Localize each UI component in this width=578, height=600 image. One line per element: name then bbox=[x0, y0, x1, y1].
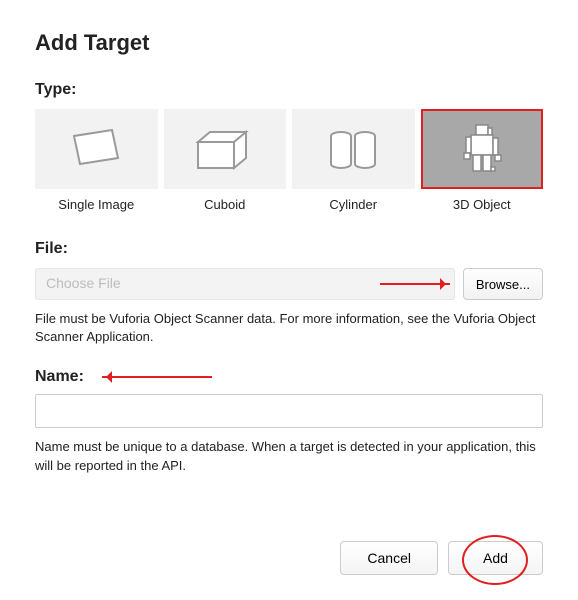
single-image-icon bbox=[35, 109, 158, 189]
file-input-display[interactable]: Choose File bbox=[35, 268, 455, 300]
tile-label: 3D Object bbox=[421, 197, 544, 212]
button-row: Cancel Add bbox=[340, 541, 543, 575]
type-tile-single-image[interactable]: Single Image bbox=[35, 109, 158, 212]
file-row: Choose File Browse... bbox=[35, 268, 543, 300]
type-tile-cuboid[interactable]: Cuboid bbox=[164, 109, 287, 212]
page-title: Add Target bbox=[35, 30, 543, 56]
type-tile-cylinder[interactable]: Cylinder bbox=[292, 109, 415, 212]
tile-label: Cylinder bbox=[292, 197, 415, 212]
tile-label: Cuboid bbox=[164, 197, 287, 212]
annotation-arrow-icon bbox=[102, 376, 212, 378]
file-helper-text: File must be Vuforia Object Scanner data… bbox=[35, 310, 543, 346]
browse-button[interactable]: Browse... bbox=[463, 268, 543, 300]
name-label: Name: bbox=[35, 368, 84, 386]
type-tile-3d-object[interactable]: 3D Object bbox=[421, 109, 544, 212]
3d-object-icon bbox=[421, 109, 544, 189]
name-input[interactable] bbox=[35, 394, 543, 428]
cuboid-icon bbox=[164, 109, 287, 189]
file-label: File: bbox=[35, 240, 543, 258]
name-helper-text: Name must be unique to a database. When … bbox=[35, 438, 543, 474]
tile-label: Single Image bbox=[35, 197, 158, 212]
add-button[interactable]: Add bbox=[448, 541, 543, 575]
cylinder-icon bbox=[292, 109, 415, 189]
type-row: Single Image Cuboid Cylinder bbox=[35, 109, 543, 212]
cancel-button[interactable]: Cancel bbox=[340, 541, 438, 575]
type-label: Type: bbox=[35, 81, 543, 99]
